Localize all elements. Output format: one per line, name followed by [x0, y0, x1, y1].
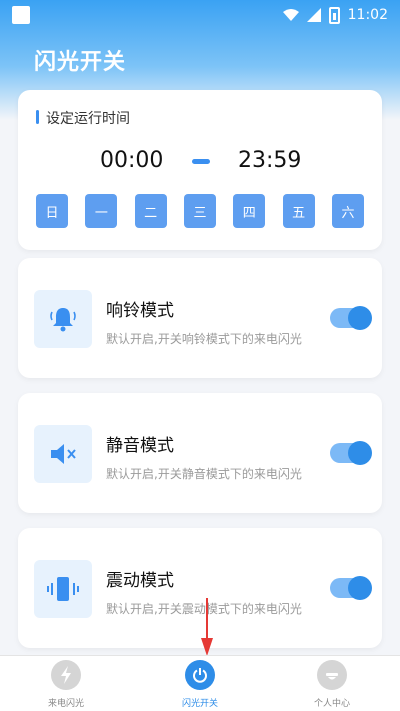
day-wednesday[interactable]: 三	[183, 194, 216, 228]
ring-mode-toggle[interactable]	[330, 306, 372, 330]
vibrate-phone-icon	[47, 577, 79, 601]
flash-icon	[61, 666, 71, 684]
ring-mode-title: 响铃模式	[106, 301, 174, 321]
toggle-knob	[348, 576, 372, 600]
vibrate-mode-title: 震动模式	[106, 571, 174, 591]
mute-speaker-icon	[51, 444, 76, 464]
day-monday[interactable]: 一	[85, 194, 118, 228]
time-range-dash	[192, 159, 210, 164]
day-friday[interactable]: 五	[282, 194, 315, 228]
signal-icon	[306, 8, 321, 22]
tab-flash-switch[interactable]: 闪光开关	[165, 660, 235, 710]
weekday-selector: 日 一 二 三 四 五 六	[36, 194, 364, 228]
annotation-arrow	[201, 598, 213, 656]
tab-label: 来电闪光	[47, 699, 84, 709]
tab-incoming-flash[interactable]: 来电闪光	[31, 660, 101, 710]
toggle-knob	[348, 441, 372, 465]
status-time: 11:02	[347, 7, 388, 23]
schedule-card: 设定运行时间 00:00 23:59 日 一 二 三 四 五 六	[18, 90, 382, 250]
end-time[interactable]: 23:59	[238, 148, 301, 173]
battery-icon	[328, 6, 340, 24]
bottom-tab-bar: 来电闪光 闪光开关 个人中心	[0, 655, 400, 711]
user-icon	[326, 673, 338, 680]
tab-label: 个人中心	[313, 699, 350, 709]
power-icon	[193, 668, 207, 683]
page-title: 闪光开关	[34, 50, 127, 75]
day-sunday[interactable]: 日	[36, 194, 68, 228]
day-thursday[interactable]: 四	[233, 194, 266, 228]
silent-mode-toggle[interactable]	[330, 441, 372, 465]
toggle-knob	[348, 306, 372, 330]
day-saturday[interactable]: 六	[331, 194, 364, 228]
day-tuesday[interactable]: 二	[134, 194, 167, 228]
tab-profile[interactable]: 个人中心	[297, 660, 367, 710]
bell-icon	[50, 308, 76, 332]
vibrate-mode-toggle[interactable]	[330, 576, 372, 600]
notification-icon	[12, 6, 30, 24]
schedule-title: 设定运行时间	[36, 108, 130, 128]
ring-mode-card: 响铃模式 默认开启,开关响铃模式下的来电闪光	[18, 258, 382, 378]
start-time[interactable]: 00:00	[100, 148, 163, 173]
wifi-icon	[282, 9, 299, 21]
silent-mode-title: 静音模式	[106, 436, 174, 456]
silent-mode-description: 默认开启,开关静音模式下的来电闪光	[106, 467, 302, 481]
status-bar: 11:02	[0, 0, 400, 30]
tab-label: 闪光开关	[181, 699, 218, 709]
ring-mode-description: 默认开启,开关响铃模式下的来电闪光	[106, 332, 302, 346]
silent-mode-card: 静音模式 默认开启,开关静音模式下的来电闪光	[18, 393, 382, 513]
